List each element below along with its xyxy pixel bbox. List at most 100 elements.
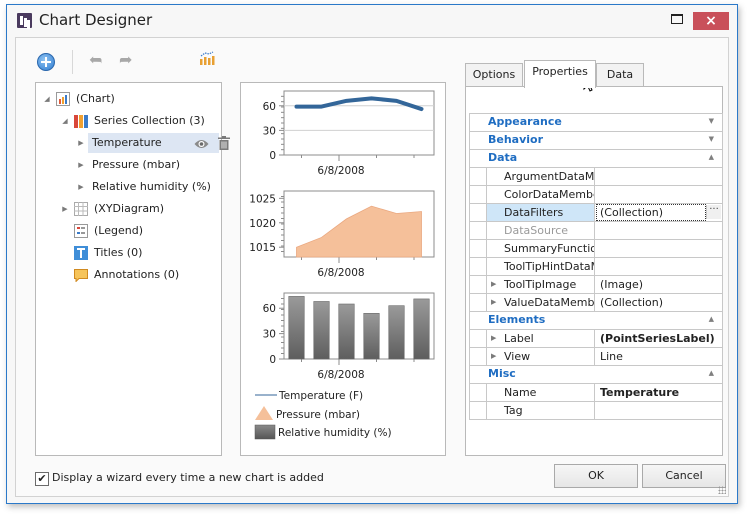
property-category-appearance[interactable]: Appearance ▼ (469, 113, 723, 132)
property-name: Label (486, 330, 595, 347)
property-category-misc[interactable]: Misc ▲ (469, 366, 723, 384)
tree-item[interactable]: (Legend) (36, 221, 219, 241)
property-row[interactable]: ArgumentDataMember (469, 168, 723, 186)
tree-item-label: Pressure (mbar) (92, 158, 181, 171)
property-row[interactable]: ToolTipHintDataMember (469, 258, 723, 276)
property-row[interactable]: ▶ValueDataMembers(Collection) (469, 294, 723, 312)
expand-arrow-icon[interactable]: ▼ (709, 135, 714, 143)
app-icon (17, 13, 32, 28)
property-value[interactable] (596, 186, 722, 203)
tab-properties[interactable]: Properties (524, 60, 596, 88)
tree-item[interactable]: ▶ (XYDiagram) (36, 199, 219, 219)
undo-icon: ➦ (89, 50, 103, 69)
undo-button[interactable]: ➦ (89, 50, 103, 69)
chart-preview-canvas: 0 30 60 6/8/2008 1015 1020 1025 6/8/2008 0 30 60 6/… (249, 90, 435, 440)
x-axis-label: 6/8/2008 (317, 267, 364, 279)
redo-button[interactable]: ➦ (119, 52, 132, 68)
tab-data[interactable]: Data (596, 63, 644, 87)
resize-grip[interactable] (718, 486, 726, 494)
tree-item[interactable]: ◢ Series Collection (3) (36, 111, 219, 131)
title-bar: Chart Designer × (7, 5, 737, 37)
humidity-bar (413, 298, 430, 360)
category-label: Behavior (488, 133, 544, 146)
property-row[interactable]: Name Temperature (469, 384, 723, 402)
chart-preview: 0 30 60 6/8/2008 1015 1020 1025 6/8/2008 0 30 60 6/… (240, 82, 446, 456)
property-row[interactable]: ▶ ToolTipImage (Image) (469, 276, 723, 294)
toolbar-separator (72, 50, 73, 74)
add-element-button[interactable] (37, 53, 55, 71)
tree-item[interactable]: ▶ Pressure (mbar) (36, 155, 219, 175)
trash-icon[interactable] (218, 136, 230, 157)
property-name: Tag (486, 402, 595, 419)
chart-wizard-button[interactable] (199, 50, 215, 66)
tree-item-label: Relative humidity (%) (92, 180, 211, 193)
wizard-checkbox[interactable]: ✔ (35, 472, 49, 486)
property-row[interactable]: ▶ Label (PointSeriesLabel) (469, 330, 723, 348)
tree-item[interactable]: ◢ (Chart) (36, 89, 219, 109)
property-value[interactable]: (PointSeriesLabel) (596, 330, 722, 347)
property-value[interactable]: (Image) (596, 276, 722, 293)
property-row[interactable]: ▶ View Line (469, 348, 723, 366)
collapse-arrow-icon[interactable]: ◢ (42, 89, 52, 109)
expand-arrow-icon[interactable]: ▶ (491, 330, 496, 347)
y-tick-label: 1015 (249, 242, 276, 254)
property-value[interactable] (596, 240, 722, 257)
y-tick-label: 60 (263, 303, 276, 315)
redo-icon: ➦ (119, 50, 133, 69)
eye-icon[interactable] (194, 137, 209, 157)
tree-item-label: (Legend) (94, 224, 143, 237)
property-row[interactable]: DataSource (469, 222, 723, 240)
humidity-bar (363, 313, 380, 360)
property-value[interactable] (596, 402, 722, 419)
property-value[interactable]: Temperature (596, 384, 722, 401)
close-button[interactable]: × (693, 12, 729, 30)
property-row[interactable]: ColorDataMember (469, 186, 723, 204)
tab-options[interactable]: Options (465, 63, 523, 87)
property-value[interactable]: (Collection) (596, 204, 706, 221)
tree-item[interactable]: Titles (0) (36, 243, 219, 263)
expand-arrow-icon[interactable]: ▼ (709, 117, 714, 125)
legend-icon (74, 224, 88, 238)
property-name: ValueDataMembers (486, 294, 595, 311)
property-value[interactable]: (Collection) (596, 294, 722, 311)
property-category-behavior[interactable]: Behavior ▼ (469, 132, 723, 150)
grid-icon (74, 202, 88, 216)
collapse-arrow-icon[interactable]: ▲ (709, 153, 714, 161)
title-icon (74, 246, 88, 260)
property-value[interactable] (596, 168, 722, 185)
property-row[interactable]: Tag (469, 402, 723, 420)
collapse-arrow-icon[interactable]: ◢ (60, 111, 70, 131)
collapse-arrow-icon[interactable]: ▲ (709, 315, 714, 323)
expand-arrow-icon[interactable]: ▶ (491, 294, 496, 311)
chart-wizard-icon (200, 51, 215, 65)
tree-item[interactable]: ▶ Relative humidity (%) (36, 177, 219, 197)
ellipsis-button[interactable]: ··· (706, 205, 721, 219)
property-value[interactable]: Line (596, 348, 722, 365)
expand-arrow-icon[interactable]: ▶ (76, 177, 86, 197)
legend-triangle-marker (255, 406, 273, 420)
property-name: ToolTipImage (486, 276, 595, 293)
y-tick-label: 30 (263, 329, 276, 341)
wizard-checkbox-label[interactable]: Display a wizard every time a new chart … (52, 471, 324, 484)
y-tick-label: 0 (269, 354, 276, 366)
cancel-button[interactable]: Cancel (642, 464, 726, 488)
tree-item[interactable]: ▶ Temperature (78, 133, 230, 153)
expand-arrow-icon[interactable]: ▶ (491, 348, 496, 365)
ok-button[interactable]: OK (554, 464, 638, 488)
tree-item[interactable]: Annotations (0) (36, 265, 219, 285)
property-category-elements[interactable]: Elements ▲ (469, 312, 723, 330)
property-value[interactable] (596, 258, 722, 275)
property-category-data[interactable]: Data ▲ (469, 150, 723, 168)
property-row[interactable]: SummaryFunction (469, 240, 723, 258)
property-value[interactable] (596, 222, 722, 239)
tree-item-label: Titles (0) (94, 246, 143, 259)
expand-arrow-icon[interactable]: ▶ (76, 155, 86, 175)
category-label: Data (488, 151, 518, 164)
humidity-bar (288, 296, 305, 360)
expand-arrow-icon[interactable]: ▶ (491, 276, 496, 293)
collapse-arrow-icon[interactable]: ▲ (709, 369, 714, 377)
expand-arrow-icon[interactable]: ▶ (60, 199, 70, 219)
maximize-button[interactable] (671, 14, 683, 24)
expand-arrow-icon[interactable]: ▶ (76, 133, 86, 153)
property-row[interactable]: DataFilters (Collection) ··· (469, 204, 723, 222)
